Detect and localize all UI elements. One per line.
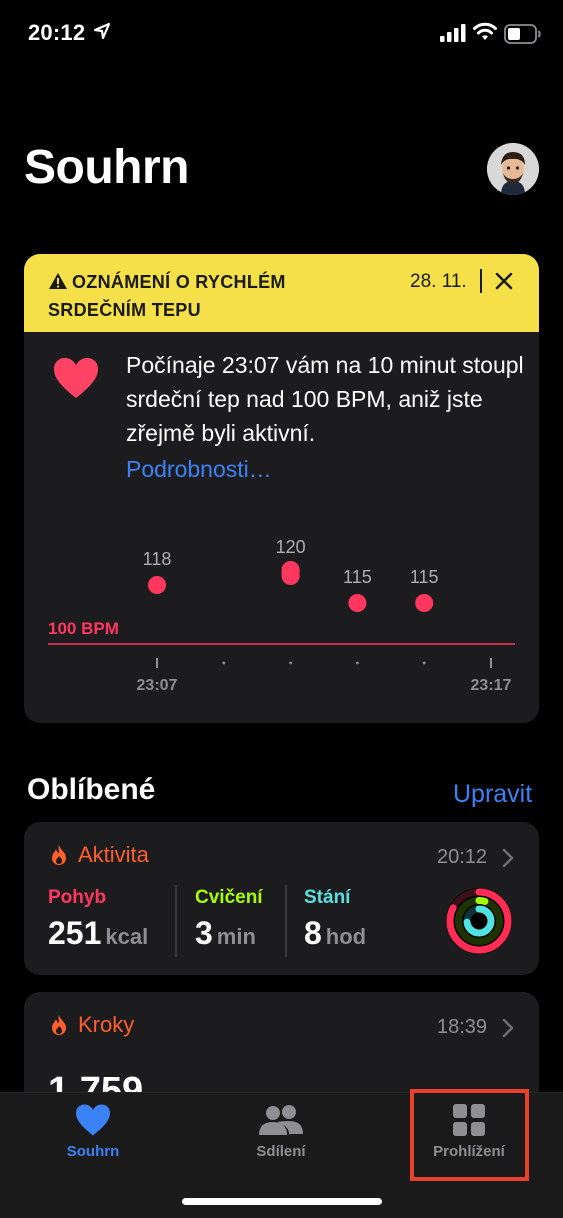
cellular-signal-icon [440, 24, 466, 42]
activity-rings-icon [446, 888, 512, 954]
metric-divider [285, 885, 287, 957]
move-metric: Pohyb 251 kcal [48, 887, 148, 952]
data-point [415, 594, 434, 612]
details-link[interactable]: Podrobnosti… [126, 456, 272, 483]
chevron-right-icon[interactable] [502, 1018, 514, 1038]
high-heart-rate-alert-card[interactable]: OZNÁMENÍ O RYCHLÉM SRDEČNÍM TEPU 28. 11.… [24, 254, 539, 723]
data-label: 115 [343, 567, 372, 587]
battery-icon [504, 24, 541, 44]
axis-tick [356, 661, 359, 665]
status-bar: 20:12 [0, 0, 563, 70]
metric-divider [175, 885, 177, 957]
tab-label: Sdílení [256, 1143, 306, 1160]
data-label: 118 [143, 549, 172, 569]
activity-title: Aktivita [78, 842, 149, 867]
flame-icon [52, 845, 66, 865]
move-unit: kcal [105, 924, 149, 949]
steps-title: Kroky [78, 1012, 135, 1037]
status-time: 20:12 [28, 20, 86, 45]
x-tick-label: 23:07 [137, 677, 178, 694]
tab-label: Souhrn [66, 1143, 120, 1160]
data-label: 120 [276, 537, 306, 557]
exercise-label: Cvičení [195, 887, 263, 908]
axis-tick [422, 661, 426, 665]
axis-tick [222, 661, 226, 665]
favorites-title: Oblíbené [27, 773, 156, 806]
stand-value-row: 8 hod [304, 915, 366, 952]
exercise-unit: min [216, 924, 256, 949]
alert-message: Počínaje 23:07 vám na 10 minut stoupl sr… [126, 352, 524, 446]
close-icon[interactable] [494, 271, 514, 291]
location-arrow-icon [93, 22, 111, 40]
threshold-label: 100 BPM [48, 619, 119, 638]
stand-label: Stání [304, 887, 351, 908]
exercise-metric: Cvičení 3 min [195, 887, 263, 952]
warning-icon [49, 273, 67, 289]
alert-title: OZNÁMENÍ O RYCHLÉM SRDEČNÍM TEPU [48, 268, 348, 324]
alert-header: OZNÁMENÍ O RYCHLÉM SRDEČNÍM TEPU 28. 11. [24, 254, 539, 332]
data-point [148, 576, 166, 594]
memoji-avatar-icon [487, 143, 539, 195]
heart-icon [54, 358, 98, 398]
home-indicator [182, 1198, 382, 1205]
alert-date: 28. 11. [410, 271, 467, 292]
data-label: 115 [410, 567, 439, 587]
avatar[interactable] [487, 143, 539, 195]
move-value-row: 251 kcal [48, 915, 148, 952]
page-title: Souhrn [24, 141, 189, 194]
steps-time: 18:39 [437, 1016, 488, 1038]
data-point [348, 594, 367, 612]
x-tick-label: 23:17 [471, 677, 512, 694]
flame-icon [52, 1015, 66, 1035]
data-point [281, 561, 300, 585]
tab-summary[interactable]: Souhrn [33, 1103, 153, 1160]
stand-unit: hod [325, 924, 367, 949]
move-label: Pohyb [48, 887, 107, 908]
chevron-right-icon[interactable] [502, 848, 514, 868]
alert-title-text: OZNÁMENÍ O RYCHLÉM SRDEČNÍM TEPU [48, 272, 286, 320]
axis-tick [289, 661, 292, 665]
activity-time: 20:12 [437, 846, 488, 868]
heart-rate-chart: 100 BPM 23:07 23:17 118 120 115 115 [48, 537, 515, 694]
stand-value: 8 [304, 915, 322, 951]
people-icon [259, 1105, 303, 1135]
move-value: 251 [48, 915, 102, 951]
exercise-value-row: 3 min [195, 915, 263, 952]
heart-icon [76, 1104, 110, 1136]
alert-header-divider [480, 269, 482, 293]
exercise-value: 3 [195, 915, 213, 951]
wifi-icon [473, 22, 497, 40]
stand-metric: Stání 8 hod [304, 887, 366, 952]
edit-button[interactable]: Upravit [453, 780, 532, 809]
tab-sharing[interactable]: Sdílení [221, 1103, 341, 1160]
highlight-box [410, 1089, 529, 1181]
activity-card[interactable]: Aktivita 20:12 Pohyb 251 kcal Cvičení 3 mi… [24, 822, 539, 975]
